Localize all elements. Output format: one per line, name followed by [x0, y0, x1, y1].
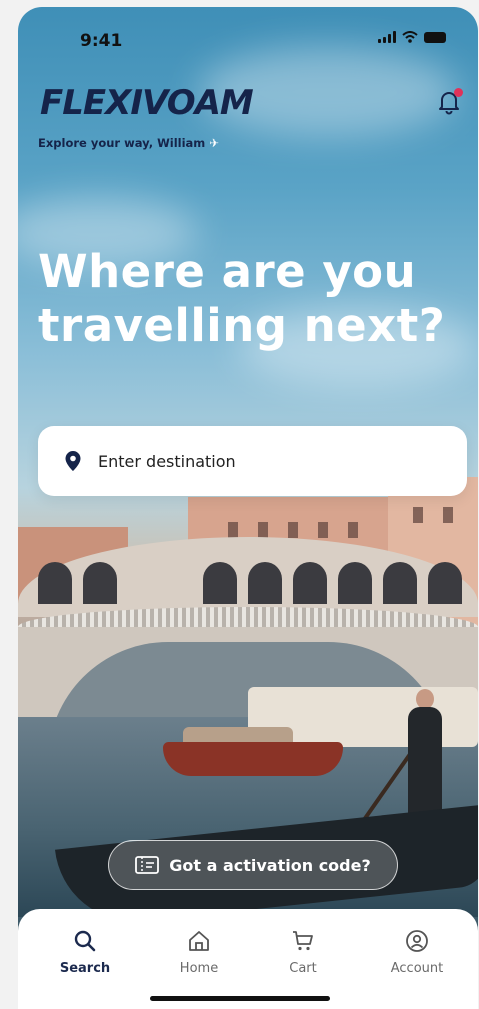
tagline-text: Explore your way, William [38, 136, 206, 150]
tab-account-label: Account [390, 961, 444, 976]
account-icon [406, 930, 428, 952]
brand-logo: FLEXIVOAM [40, 83, 254, 123]
tagline: Explore your way, William ✈ [38, 136, 219, 150]
notification-badge [454, 88, 463, 97]
tab-search[interactable]: Search [40, 929, 130, 976]
tab-search-label: Search [59, 961, 111, 976]
tab-home-label: Home [179, 961, 219, 976]
destination-search-box[interactable] [38, 426, 467, 496]
status-bar: 9:41 [18, 7, 478, 67]
system-icons [378, 31, 446, 43]
location-pin-icon [65, 451, 81, 471]
tab-cart[interactable]: Cart [258, 929, 348, 976]
wifi-icon [402, 31, 418, 43]
ticket-icon [135, 856, 160, 874]
airplane-icon: ✈ [209, 136, 219, 150]
cellular-signal-icon [378, 31, 396, 43]
activation-code-label: Got a activation code? [169, 855, 371, 875]
status-time: 9:41 [80, 31, 123, 51]
search-icon [74, 930, 96, 952]
battery-icon [424, 31, 446, 43]
tab-home[interactable]: Home [154, 929, 244, 976]
tab-cart-label: Cart [289, 961, 317, 976]
app-screen: 9:41 FLEXIVOAM Explore your way, William… [18, 7, 478, 1009]
hero-headline: Where are you travelling next? [38, 245, 446, 352]
cart-icon [293, 931, 313, 951]
bottom-tab-bar: Search Home Cart Account [18, 909, 478, 1009]
activation-code-button[interactable]: Got a activation code? [108, 840, 398, 890]
tab-account[interactable]: Account [372, 929, 462, 976]
home-icon [189, 931, 209, 951]
destination-input[interactable] [98, 451, 398, 471]
home-indicator[interactable] [150, 996, 330, 1001]
